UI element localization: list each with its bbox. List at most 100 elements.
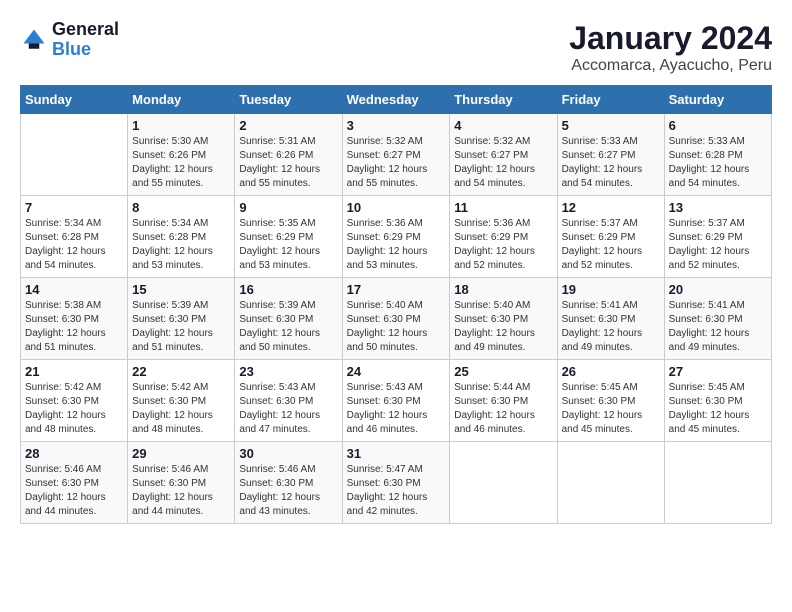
day-number: 30 xyxy=(239,446,337,461)
day-cell: 17 Sunrise: 5:40 AM Sunset: 6:30 PM Dayli… xyxy=(342,278,450,360)
day-info: Sunrise: 5:46 AM Sunset: 6:30 PM Dayligh… xyxy=(25,463,123,519)
week-row-1: 1Sunrise: 5:30 AM Sunset: 6:26 PM Daylig… xyxy=(21,114,772,196)
day-number: 18 xyxy=(454,282,552,297)
day-number: 27 xyxy=(669,364,767,379)
day-cell: 12Sunrise: 5:37 AM Sunset: 6:29 PM Dayli… xyxy=(557,196,664,278)
col-header-sunday: Sunday xyxy=(21,86,128,114)
day-number: 7 xyxy=(25,200,123,215)
day-cell: 9 Sunrise: 5:35 AM Sunset: 6:29 PM Daylig… xyxy=(235,196,342,278)
day-number: 17 xyxy=(347,282,446,297)
day-cell: 1Sunrise: 5:30 AM Sunset: 6:26 PM Daylig… xyxy=(128,114,235,196)
page-header: GeneralBlue January 2024 Accomarca, Ayac… xyxy=(20,20,772,75)
day-info: Sunrise: 5:42 AM Sunset: 6:30 PM Dayligh… xyxy=(25,381,123,437)
day-info: Sunrise: 5:37 AM Sunset: 6:29 PM Dayligh… xyxy=(669,217,767,273)
day-number: 8 xyxy=(132,200,230,215)
day-info: Sunrise: 5:41 AM Sunset: 6:30 PM Dayligh… xyxy=(669,299,767,355)
day-info: Sunrise: 5:45 AM Sunset: 6:30 PM Dayligh… xyxy=(562,381,660,437)
col-header-wednesday: Wednesday xyxy=(342,86,450,114)
main-title: January 2024 xyxy=(569,20,772,57)
calendar-table: SundayMondayTuesdayWednesdayThursdayFrid… xyxy=(20,85,772,524)
day-number: 6 xyxy=(669,118,767,133)
day-cell: 18 Sunrise: 5:40 AM Sunset: 6:30 PM Dayli… xyxy=(450,278,557,360)
day-number: 16 xyxy=(239,282,337,297)
day-cell: 21Sunrise: 5:42 AM Sunset: 6:30 PM Dayli… xyxy=(21,360,128,442)
week-row-4: 21Sunrise: 5:42 AM Sunset: 6:30 PM Dayli… xyxy=(21,360,772,442)
col-header-friday: Friday xyxy=(557,86,664,114)
day-info: Sunrise: 5:36 AM Sunset: 6:29 PM Dayligh… xyxy=(347,217,446,273)
day-cell: 3Sunrise: 5:32 AM Sunset: 6:27 PM Daylig… xyxy=(342,114,450,196)
col-header-thursday: Thursday xyxy=(450,86,557,114)
col-header-tuesday: Tuesday xyxy=(235,86,342,114)
day-number: 28 xyxy=(25,446,123,461)
day-info: Sunrise: 5:42 AM Sunset: 6:30 PM Dayligh… xyxy=(132,381,230,437)
day-cell: 2 Sunrise: 5:31 AM Sunset: 6:26 PM Daylig… xyxy=(235,114,342,196)
day-number: 25 xyxy=(454,364,552,379)
day-info: Sunrise: 5:31 AM Sunset: 6:26 PM Dayligh… xyxy=(239,135,337,191)
logo: GeneralBlue xyxy=(20,20,119,60)
day-info: Sunrise: 5:40 AM Sunset: 6:30 PM Dayligh… xyxy=(454,299,552,355)
day-cell: 4 Sunrise: 5:32 AM Sunset: 6:27 PM Daylig… xyxy=(450,114,557,196)
day-cell: 19 Sunrise: 5:41 AM Sunset: 6:30 PM Dayli… xyxy=(557,278,664,360)
day-info: Sunrise: 5:32 AM Sunset: 6:27 PM Dayligh… xyxy=(347,135,446,191)
day-cell xyxy=(664,442,771,524)
day-cell: 6 Sunrise: 5:33 AM Sunset: 6:28 PM Daylig… xyxy=(664,114,771,196)
day-info: Sunrise: 5:45 AM Sunset: 6:30 PM Dayligh… xyxy=(669,381,767,437)
day-cell: 8 Sunrise: 5:34 AM Sunset: 6:28 PM Daylig… xyxy=(128,196,235,278)
day-cell: 24 Sunrise: 5:43 AM Sunset: 6:30 PM Dayli… xyxy=(342,360,450,442)
day-info: Sunrise: 5:46 AM Sunset: 6:30 PM Dayligh… xyxy=(132,463,230,519)
week-row-5: 28 Sunrise: 5:46 AM Sunset: 6:30 PM Dayli… xyxy=(21,442,772,524)
day-cell: 31 Sunrise: 5:47 AM Sunset: 6:30 PM Dayli… xyxy=(342,442,450,524)
day-cell: 26 Sunrise: 5:45 AM Sunset: 6:30 PM Dayli… xyxy=(557,360,664,442)
day-cell: 23 Sunrise: 5:43 AM Sunset: 6:30 PM Dayli… xyxy=(235,360,342,442)
day-number: 31 xyxy=(347,446,446,461)
day-number: 1 xyxy=(132,118,230,133)
logo-text: GeneralBlue xyxy=(52,20,119,60)
day-cell: 15 Sunrise: 5:39 AM Sunset: 6:30 PM Dayli… xyxy=(128,278,235,360)
day-number: 19 xyxy=(562,282,660,297)
day-cell: 22 Sunrise: 5:42 AM Sunset: 6:30 PM Dayli… xyxy=(128,360,235,442)
day-number: 15 xyxy=(132,282,230,297)
day-number: 29 xyxy=(132,446,230,461)
day-number: 10 xyxy=(347,200,446,215)
day-info: Sunrise: 5:39 AM Sunset: 6:30 PM Dayligh… xyxy=(132,299,230,355)
day-number: 13 xyxy=(669,200,767,215)
day-info: Sunrise: 5:43 AM Sunset: 6:30 PM Dayligh… xyxy=(239,381,337,437)
title-block: January 2024 Accomarca, Ayacucho, Peru xyxy=(569,20,772,75)
day-number: 4 xyxy=(454,118,552,133)
day-info: Sunrise: 5:33 AM Sunset: 6:27 PM Dayligh… xyxy=(562,135,660,191)
day-cell xyxy=(557,442,664,524)
day-cell xyxy=(450,442,557,524)
day-info: Sunrise: 5:41 AM Sunset: 6:30 PM Dayligh… xyxy=(562,299,660,355)
day-info: Sunrise: 5:38 AM Sunset: 6:30 PM Dayligh… xyxy=(25,299,123,355)
day-cell: 28 Sunrise: 5:46 AM Sunset: 6:30 PM Dayli… xyxy=(21,442,128,524)
day-cell: 10 Sunrise: 5:36 AM Sunset: 6:29 PM Dayli… xyxy=(342,196,450,278)
day-cell: 13 Sunrise: 5:37 AM Sunset: 6:29 PM Dayli… xyxy=(664,196,771,278)
day-info: Sunrise: 5:36 AM Sunset: 6:29 PM Dayligh… xyxy=(454,217,552,273)
day-info: Sunrise: 5:46 AM Sunset: 6:30 PM Dayligh… xyxy=(239,463,337,519)
header-row: SundayMondayTuesdayWednesdayThursdayFrid… xyxy=(21,86,772,114)
day-info: Sunrise: 5:39 AM Sunset: 6:30 PM Dayligh… xyxy=(239,299,337,355)
day-cell: 5 Sunrise: 5:33 AM Sunset: 6:27 PM Daylig… xyxy=(557,114,664,196)
day-info: Sunrise: 5:33 AM Sunset: 6:28 PM Dayligh… xyxy=(669,135,767,191)
day-number: 23 xyxy=(239,364,337,379)
day-number: 5 xyxy=(562,118,660,133)
day-number: 24 xyxy=(347,364,446,379)
day-info: Sunrise: 5:32 AM Sunset: 6:27 PM Dayligh… xyxy=(454,135,552,191)
day-number: 26 xyxy=(562,364,660,379)
day-number: 22 xyxy=(132,364,230,379)
day-info: Sunrise: 5:47 AM Sunset: 6:30 PM Dayligh… xyxy=(347,463,446,519)
week-row-3: 14Sunrise: 5:38 AM Sunset: 6:30 PM Dayli… xyxy=(21,278,772,360)
logo-icon xyxy=(20,26,48,54)
day-cell: 27 Sunrise: 5:45 AM Sunset: 6:30 PM Dayli… xyxy=(664,360,771,442)
day-number: 12 xyxy=(562,200,660,215)
day-info: Sunrise: 5:44 AM Sunset: 6:30 PM Dayligh… xyxy=(454,381,552,437)
day-info: Sunrise: 5:43 AM Sunset: 6:30 PM Dayligh… xyxy=(347,381,446,437)
day-number: 9 xyxy=(239,200,337,215)
day-info: Sunrise: 5:35 AM Sunset: 6:29 PM Dayligh… xyxy=(239,217,337,273)
day-number: 20 xyxy=(669,282,767,297)
day-cell: 29 Sunrise: 5:46 AM Sunset: 6:30 PM Dayli… xyxy=(128,442,235,524)
day-number: 2 xyxy=(239,118,337,133)
day-info: Sunrise: 5:40 AM Sunset: 6:30 PM Dayligh… xyxy=(347,299,446,355)
day-cell: 25 Sunrise: 5:44 AM Sunset: 6:30 PM Dayli… xyxy=(450,360,557,442)
day-info: Sunrise: 5:34 AM Sunset: 6:28 PM Dayligh… xyxy=(132,217,230,273)
